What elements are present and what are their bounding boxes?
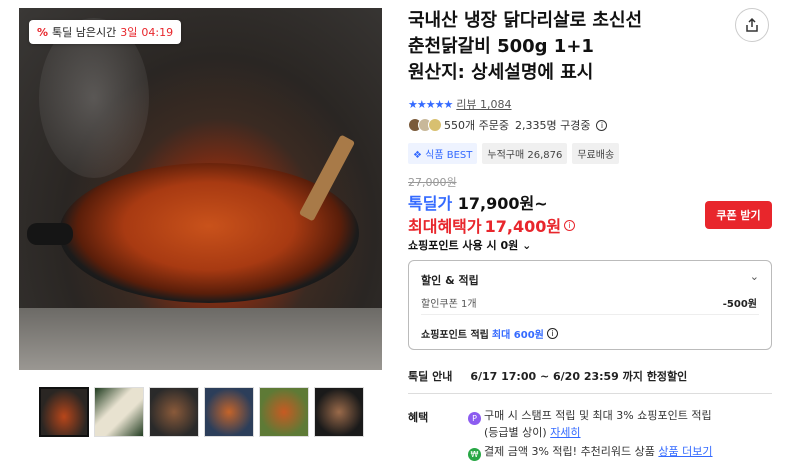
timer-days: 3일 — [120, 26, 138, 39]
details-link[interactable]: 자세히 — [550, 426, 580, 439]
percent-icon: % — [37, 25, 49, 39]
review-count-link[interactable]: 리뷰 1,084 — [456, 96, 511, 112]
star-rating-icon: ★★★★★ — [408, 97, 453, 111]
orders-count: 550개 주문중 — [444, 119, 509, 132]
divider — [408, 393, 772, 394]
deal-info-row: 톡딜 안내 6/17 17:00 ~ 6/20 23:59 까지 한정할인 — [408, 368, 687, 384]
point-earn-value: 최대 600원 — [491, 330, 544, 341]
title-line-3: 원산지: 상세설명에 표시 — [408, 62, 594, 83]
coupon-button[interactable]: 쿠폰 받기 — [705, 201, 772, 229]
purchase-count-badge: 누적구매 26,876 — [482, 143, 568, 164]
max-benefit-price: 최대혜택가 17,400원 i — [408, 213, 576, 237]
thumbnail-6[interactable] — [314, 387, 364, 437]
coupon-count-label: 할인쿠폰 1개 — [421, 299, 477, 310]
title-line-1: 국내산 냉장 닭다리살로 초신선 — [408, 10, 643, 31]
thumbnail-4[interactable] — [204, 387, 254, 437]
rating-row: ★★★★★ 리뷰 1,084 — [408, 96, 512, 112]
product-title: 국내산 냉장 닭다리살로 초신선 춘천닭갈비 500g 1+1 원산지: 상세설… — [408, 8, 738, 86]
discount-panel: 할인 & 적립 ⌄ 할인쿠폰 1개 -500원 쇼핑포인트 적립 최대 600원… — [408, 260, 772, 350]
max-benefit-value: 17,400원 — [484, 217, 562, 236]
thumbnail-2[interactable] — [94, 387, 144, 437]
deal-price: 톡딜가 17,900원~ — [408, 190, 548, 214]
title-line-2: 춘천닭갈비 500g 1+1 — [408, 36, 594, 57]
thumbnail-5[interactable] — [259, 387, 309, 437]
timer-time: 04:19 — [141, 25, 174, 39]
free-shipping-badge: 무료배송 — [572, 143, 620, 164]
share-icon — [746, 17, 758, 32]
chevron-down-icon[interactable]: ⌄ — [750, 270, 759, 283]
deal-info-label: 톡딜 안내 — [408, 370, 453, 383]
social-proof-row: 550개 주문중 2,335명 구경중 i — [408, 117, 608, 133]
deal-period: 6/17 17:00 ~ 6/20 23:59 까지 한정할인 — [470, 370, 688, 383]
avatar-group — [408, 118, 442, 132]
info-icon[interactable]: i — [596, 119, 608, 131]
share-button[interactable] — [735, 8, 769, 42]
benefits-label: 혜택 — [408, 411, 429, 424]
pan-handle-illustration — [27, 223, 73, 245]
info-icon[interactable]: i — [546, 328, 558, 339]
reward-coin-icon: ₩ — [468, 448, 481, 461]
viewers-count: 2,335명 구경중 — [514, 119, 591, 132]
benefit-stamp: P 구매 시 스탬프 적립 및 최대 3% 쇼핑포인트 적립 (등급별 상이) 자… — [468, 408, 712, 440]
benefit-reward: ₩ 결제 금액 3% 적립! 추천리워드 상품 상품 더보기 — [468, 444, 713, 461]
max-benefit-label: 최대혜택가 — [408, 217, 482, 236]
discount-panel-title: 할인 & 적립 — [421, 274, 479, 287]
deal-timer-badge: % 톡딜 남은시간 3일 04:19 — [29, 20, 182, 44]
timer-label: 톡딜 남은시간 — [52, 26, 117, 39]
best-badge: ❖ 식품 BEST — [408, 143, 478, 164]
point-earn-label: 쇼핑포인트 적립 — [421, 330, 489, 341]
coupon-discount-value: -500원 — [722, 299, 757, 310]
more-products-link[interactable]: 상품 더보기 — [658, 445, 712, 458]
product-main-image: % 톡딜 남은시간 3일 04:19 — [19, 8, 382, 370]
divider — [421, 314, 759, 315]
chevron-down-icon: ⌄ — [522, 239, 532, 252]
thumbnail-3[interactable] — [149, 387, 199, 437]
point-coin-icon: P — [468, 412, 481, 425]
deal-price-value: 17,900원~ — [457, 194, 548, 213]
original-price: 27,000원 — [408, 176, 457, 189]
stove-illustration — [19, 308, 382, 370]
point-earn-row: 쇼핑포인트 적립 최대 600원 i — [421, 326, 558, 341]
thumbnail-strip — [39, 387, 364, 437]
thumbnail-1[interactable] — [39, 387, 89, 437]
badge-row: ❖ 식품 BEST 누적구매 26,876 무료배송 — [408, 143, 620, 164]
info-icon[interactable]: i — [564, 219, 576, 231]
deal-price-label: 톡딜가 — [408, 194, 453, 213]
point-use-toggle[interactable]: 쇼핑포인트 사용 시 0원 ⌄ — [408, 237, 531, 253]
